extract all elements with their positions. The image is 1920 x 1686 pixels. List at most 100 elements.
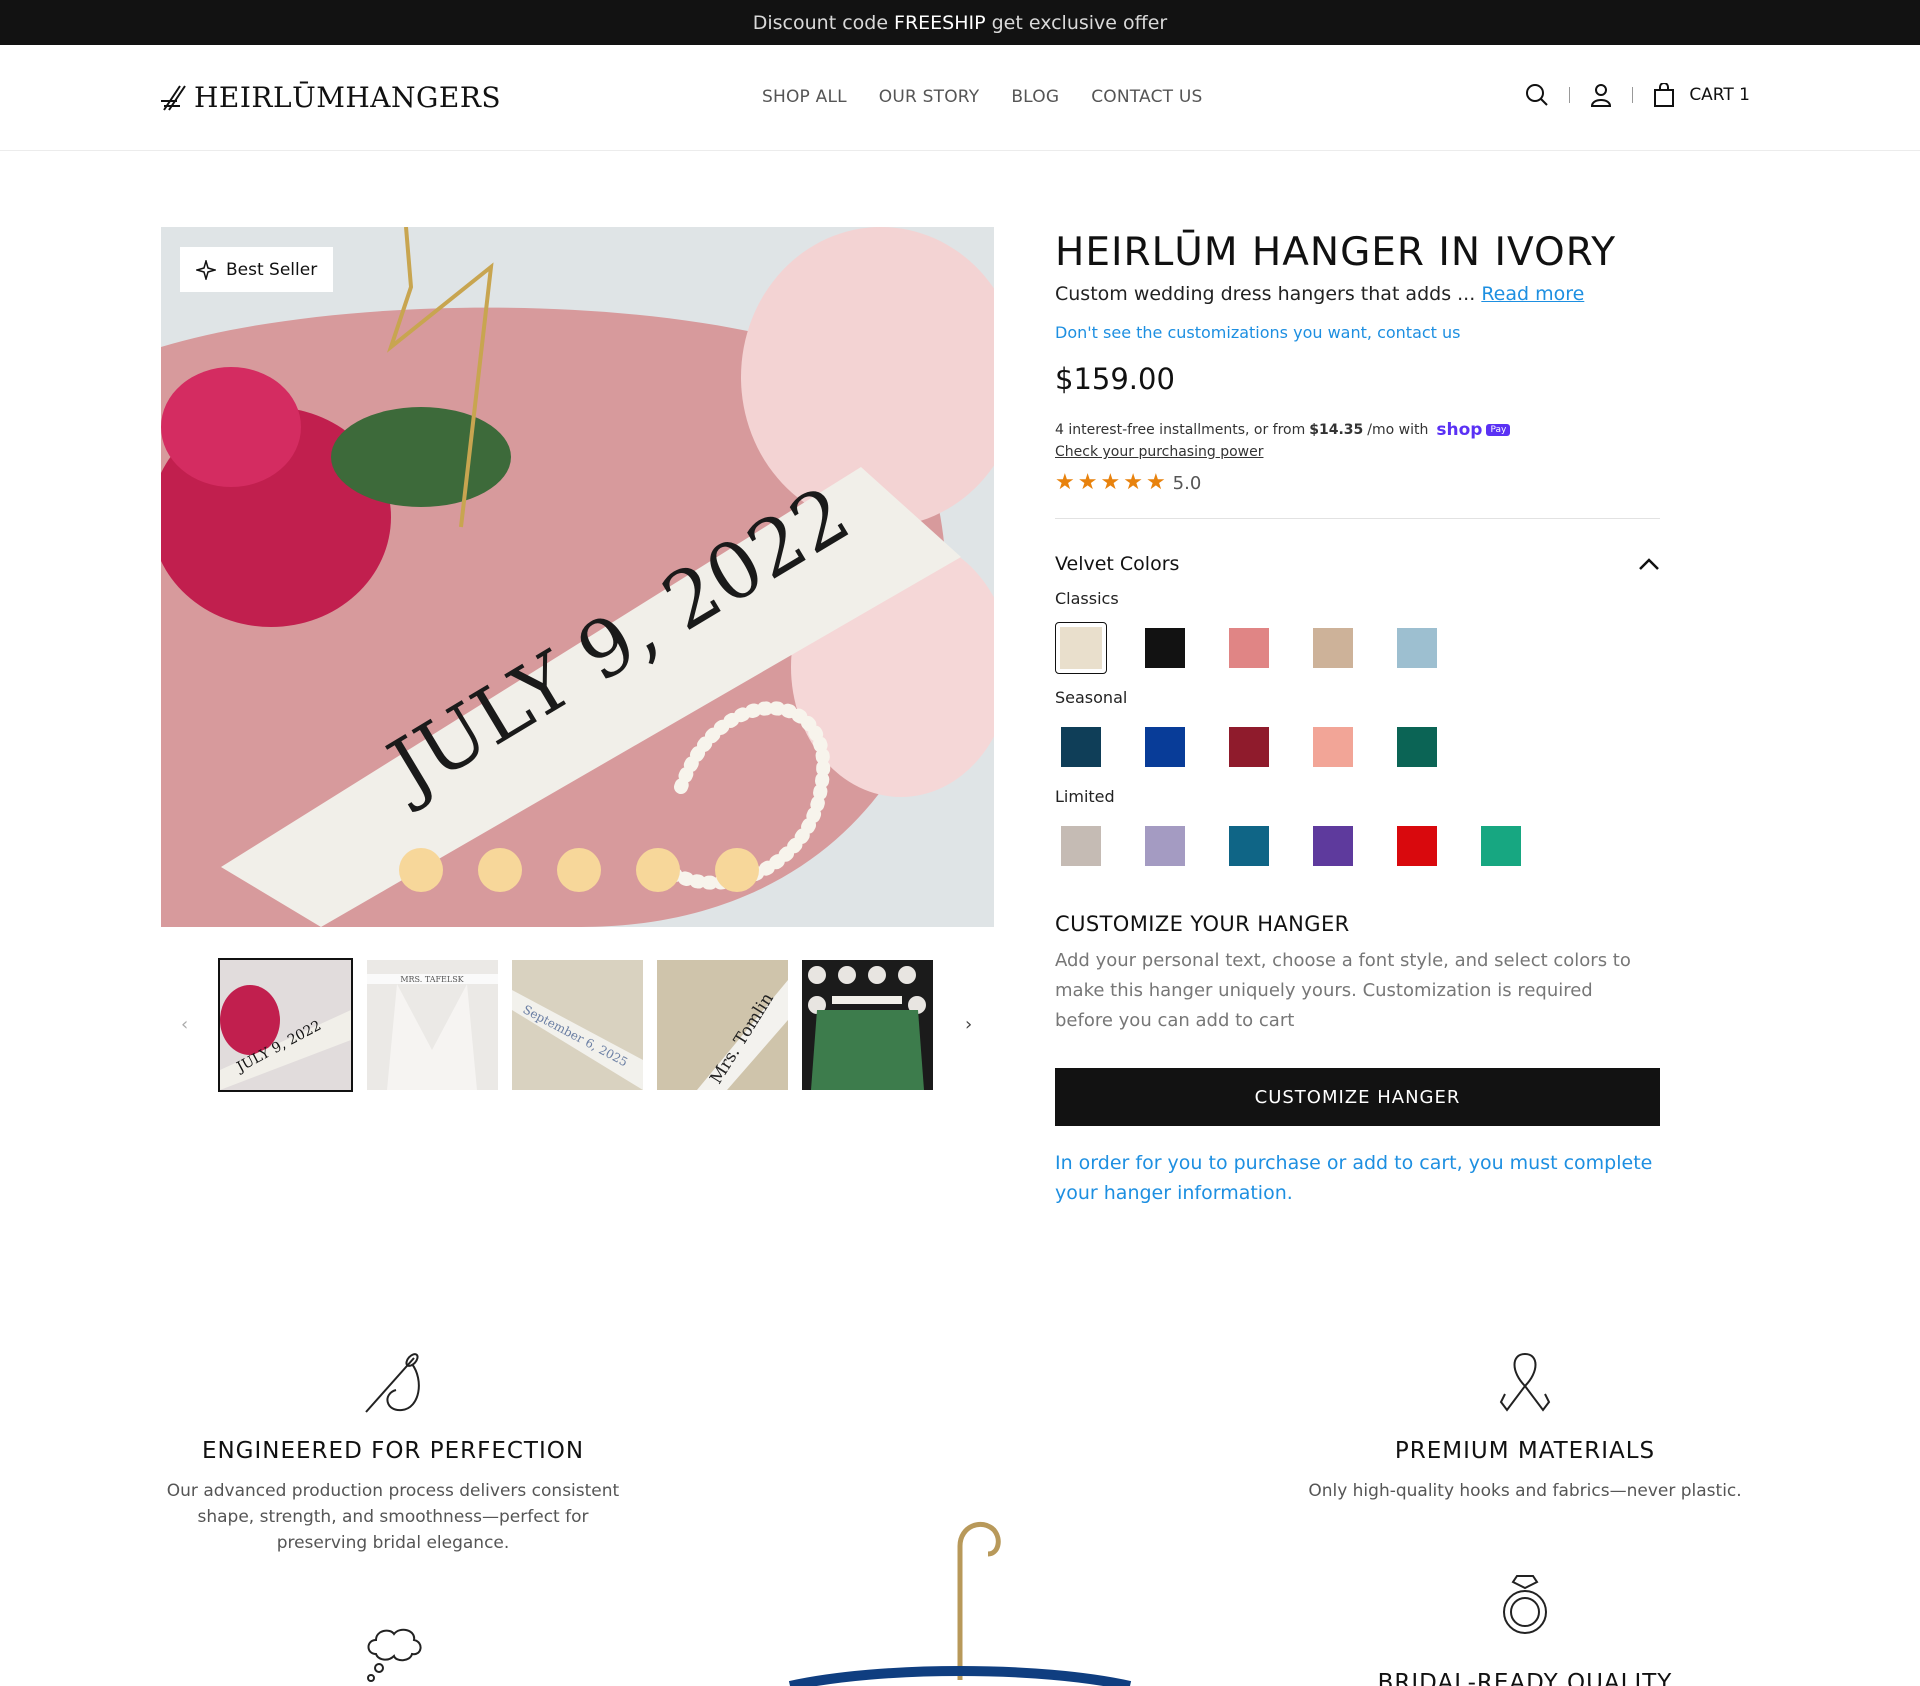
swatch-fill <box>1481 826 1521 866</box>
swatch-fill <box>1145 727 1185 767</box>
swatch-fill <box>1145 628 1185 668</box>
cart-label: CART 1 <box>1689 85 1750 105</box>
color-swatch[interactable] <box>1307 721 1359 773</box>
swatch-fill <box>1313 727 1353 767</box>
installments-suffix: /mo with <box>1367 422 1429 438</box>
swatch-fill <box>1060 627 1102 669</box>
account-icon[interactable] <box>1590 83 1612 107</box>
color-swatch[interactable] <box>1139 622 1191 674</box>
color-swatch[interactable] <box>1391 820 1443 872</box>
swatch-fill <box>1145 826 1185 866</box>
divider <box>1055 518 1660 519</box>
logo-text-thin: HANGERS <box>345 80 502 114</box>
swatch-fill <box>1229 826 1269 866</box>
color-swatch[interactable] <box>1223 820 1275 872</box>
color-swatch[interactable] <box>1055 820 1107 872</box>
nav-contact-us[interactable]: CONTACT US <box>1091 87 1202 107</box>
star-icon: ★ <box>1055 470 1075 495</box>
product-price: $159.00 <box>1055 362 1175 396</box>
read-more-link[interactable]: Read more <box>1481 283 1584 305</box>
announcement-prefix: Discount code <box>752 11 889 34</box>
thumbnail-5[interactable] <box>802 960 933 1090</box>
best-seller-label: Best Seller <box>226 259 318 280</box>
star-icon: ★ <box>1123 470 1143 495</box>
color-swatch[interactable] <box>1307 820 1359 872</box>
color-swatch[interactable] <box>1391 721 1443 773</box>
color-swatch[interactable] <box>1307 622 1359 674</box>
swatch-fill <box>1313 826 1353 866</box>
thumbnail-2[interactable]: MRS. TAFELSK <box>367 960 498 1090</box>
feature-customizable-icon-block <box>362 1624 424 1686</box>
hanger-illustration <box>760 1510 1160 1686</box>
color-swatch[interactable] <box>1139 721 1191 773</box>
header-actions: CART 1 <box>1525 83 1750 107</box>
search-icon[interactable] <box>1525 83 1549 107</box>
thought-bubble-icon <box>367 1628 422 1682</box>
swatch-fill <box>1061 826 1101 866</box>
swatch-fill <box>1397 628 1437 668</box>
velvet-colors-toggle[interactable]: Velvet Colors <box>1055 553 1660 575</box>
check-purchasing-power-link[interactable]: Check your purchasing power <box>1055 444 1660 460</box>
nav-blog[interactable]: BLOG <box>1011 87 1059 107</box>
swatch-fill <box>1229 727 1269 767</box>
swatch-fill <box>1397 826 1437 866</box>
swatch-group-label: Seasonal <box>1055 688 1128 707</box>
announcement-suffix: get exclusive offer <box>991 11 1168 34</box>
star-icon: ★ <box>1077 470 1098 495</box>
installments-info: 4 interest-free installments, or from $1… <box>1055 420 1660 440</box>
product-subtitle: Custom wedding dress hangers that adds .… <box>1055 283 1660 305</box>
swatch-group-label: Classics <box>1055 589 1119 608</box>
product-title: HEIRLŪM HANGER IN IVORY <box>1055 230 1617 275</box>
product-info: HEIRLŪM HANGER IN IVORY Custom wedding d… <box>1055 227 1660 1208</box>
color-swatch[interactable] <box>1223 622 1275 674</box>
product-photo: JULY 9, 2022 <box>161 227 994 927</box>
needle-icon <box>365 1353 420 1413</box>
swatches-seasonal <box>1055 721 1660 773</box>
contact-link[interactable]: Don't see the customizations you want, c… <box>1055 323 1660 342</box>
color-swatch[interactable] <box>1223 721 1275 773</box>
customize-hanger-button[interactable]: CUSTOMIZE HANGER <box>1055 1068 1660 1126</box>
feature-title: BRIDAL-READY QUALITY <box>1377 1670 1673 1686</box>
swatch-fill <box>1397 727 1437 767</box>
shopping-bag-icon <box>1654 83 1675 107</box>
thumbnail-1[interactable]: JULY 9, 2022 <box>218 958 353 1092</box>
feature-text: Only high-quality hooks and fabrics—neve… <box>1308 1481 1742 1501</box>
cart-button[interactable]: CART 1 <box>1653 83 1750 107</box>
swatch-fill <box>1229 628 1269 668</box>
logo-mark-icon <box>161 85 186 111</box>
chevron-left-icon[interactable]: ‹ <box>181 1014 188 1035</box>
thumbnail-4[interactable]: Mrs. Tomlin <box>657 960 788 1090</box>
installments-prefix: 4 interest-free installments, or from <box>1055 422 1306 438</box>
nav-shop-all[interactable]: SHOP ALL <box>762 87 847 107</box>
feature-engineered: ENGINEERED FOR PERFECTION Our advanced p… <box>161 1350 625 1556</box>
color-swatch[interactable] <box>1475 820 1527 872</box>
installments-amount: $14.35 <box>1309 422 1364 438</box>
header-divider <box>1569 87 1571 103</box>
color-swatch[interactable] <box>1055 721 1107 773</box>
swatches-limited <box>1055 820 1660 872</box>
rating[interactable]: ★ ★ ★ ★ ★ 5.0 <box>1055 472 1660 494</box>
main-nav: SHOP ALL OUR STORY BLOG CONTACT US <box>762 87 1202 107</box>
rating-value: 5.0 <box>1172 472 1202 494</box>
discount-code: FREESHIP <box>894 11 986 34</box>
swatch-fill <box>1061 727 1101 767</box>
product-main-image[interactable]: JULY 9, 2022 Best Seller <box>161 227 994 927</box>
swatches-classics <box>1055 622 1660 674</box>
color-swatch[interactable] <box>1055 622 1107 674</box>
sparkle-icon <box>196 259 216 280</box>
nav-our-story[interactable]: OUR STORY <box>879 87 980 107</box>
chevron-right-icon[interactable]: › <box>965 1014 972 1035</box>
color-swatch[interactable] <box>1139 820 1191 872</box>
color-swatch[interactable] <box>1391 622 1443 674</box>
logo-text-bold: HEIRLŪM <box>194 80 346 114</box>
shop-pay-badge: Pay <box>1486 424 1511 436</box>
announcement-bar: Discount code FREESHIP get exclusive off… <box>0 0 1920 45</box>
thumbnail-3[interactable]: September 6, 2025 <box>512 960 643 1090</box>
feature-title: PREMIUM MATERIALS <box>1394 1438 1656 1464</box>
velvet-colors-title: Velvet Colors <box>1055 553 1180 575</box>
logo[interactable]: HEIRLŪMHANGERS <box>160 79 501 115</box>
star-icon: ★ <box>1100 470 1121 495</box>
feature-title: ENGINEERED FOR PERFECTION <box>201 1438 585 1464</box>
customize-title: CUSTOMIZE YOUR HANGER <box>1055 912 1350 936</box>
shop-pay-logo: shop <box>1436 420 1483 440</box>
